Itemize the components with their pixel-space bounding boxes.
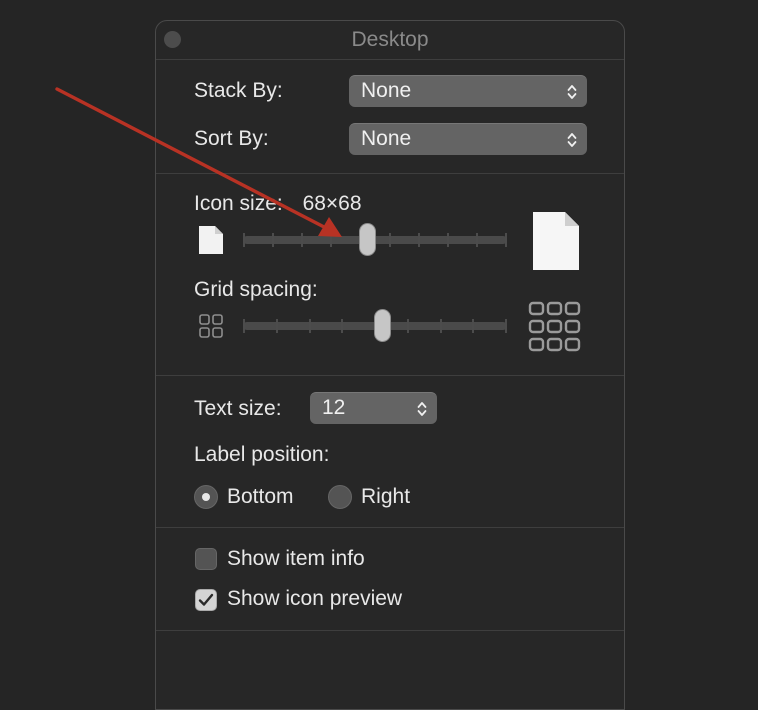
show-item-info-checkbox[interactable] [195,548,217,570]
show-icon-preview-label[interactable]: Show icon preview [227,587,402,611]
slider-tick [505,319,507,333]
slider-tick [446,233,449,247]
slider-tick [243,319,245,333]
large-grid-icon [528,301,581,352]
stack-by-select[interactable]: None [349,75,587,107]
sort-by-value: None [361,127,412,150]
checkmark-icon [198,593,214,606]
grid-spacing-slider[interactable] [243,309,507,342]
stack-by-value: None [361,79,412,102]
grid-spacing-slider-thumb[interactable] [373,309,391,342]
section-divider [156,375,624,376]
sort-by-select[interactable]: None [349,123,587,155]
slider-tick [275,319,278,333]
text-size-value: 12 [322,396,346,419]
slider-tick [439,319,442,333]
chevron-up-down-icon [567,85,577,99]
slider-tick [243,233,245,247]
window-title: Desktop [351,28,429,51]
icon-size-label-text: Icon size: [194,192,283,215]
section-divider [156,527,624,528]
show-item-info-label[interactable]: Show item info [227,547,365,571]
icon-size-value: 68×68 [302,192,362,215]
title-bar: Desktop [156,21,624,59]
desktop-view-options-window: Desktop Stack By: None Sort By: None Ico… [155,20,625,710]
text-size-label: Text size: [194,397,282,420]
show-icon-preview-checkbox[interactable] [195,589,217,611]
slider-tick [272,233,275,247]
slider-tick [472,319,475,333]
small-document-icon [199,226,223,254]
slider-tick [341,319,344,333]
radio-bottom-label[interactable]: Bottom [227,485,294,509]
slider-tick [475,233,478,247]
radio-right[interactable] [328,485,352,509]
chevron-up-down-icon [417,402,427,416]
radio-dot [202,493,210,501]
grid-spacing-label: Grid spacing: [194,278,318,301]
slider-tick [505,233,507,247]
slider-tick [308,319,311,333]
small-grid-icon [199,314,223,338]
slider-tick [388,233,391,247]
slider-tick [330,233,333,247]
large-document-icon [533,212,579,270]
icon-size-slider-thumb[interactable] [359,223,377,256]
chevron-up-down-icon [567,133,577,147]
label-position-label: Label position: [194,443,330,466]
radio-bottom[interactable] [194,485,218,509]
slider-tick [417,233,420,247]
section-divider [156,630,624,631]
text-size-select[interactable]: 12 [310,392,437,424]
icon-size-label: Icon size: 68×68 [194,192,362,216]
sort-by-label: Sort By: [194,127,269,150]
radio-right-label[interactable]: Right [361,485,410,509]
slider-tick [406,319,409,333]
title-divider [156,59,624,60]
icon-size-slider[interactable] [243,223,507,256]
stack-by-label: Stack By: [194,79,283,102]
slider-tick [301,233,304,247]
section-divider [156,173,624,174]
